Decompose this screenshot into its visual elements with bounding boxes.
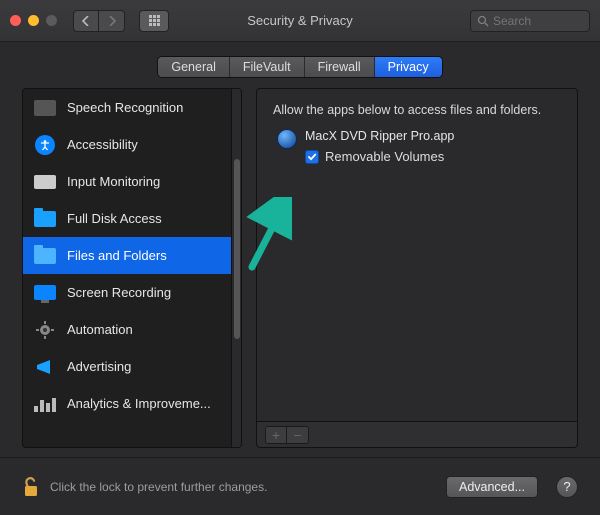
permission-checkbox[interactable]: [305, 150, 319, 164]
sidebar-item-label: Input Monitoring: [67, 174, 160, 189]
privacy-sidebar: Speech Recognition Accessibility Input M…: [22, 88, 242, 448]
lock-icon[interactable]: [22, 476, 40, 498]
sidebar-item-advertising[interactable]: Advertising: [23, 348, 231, 385]
sidebar-item-label: Accessibility: [67, 137, 138, 152]
add-button: +: [265, 426, 287, 444]
add-remove-group: + −: [265, 426, 309, 444]
folder-icon: [33, 246, 57, 266]
gear-icon: [33, 320, 57, 340]
sidebar-item-accessibility[interactable]: Accessibility: [23, 126, 231, 163]
forward-button[interactable]: [99, 10, 125, 32]
bottom-bar: Click the lock to prevent further change…: [0, 457, 600, 515]
tab-bar: General FileVault Firewall Privacy: [0, 56, 600, 78]
tab-filevault[interactable]: FileVault: [230, 57, 305, 77]
close-window-icon[interactable]: [10, 15, 21, 26]
scrollbar-thumb[interactable]: [234, 159, 240, 339]
minimize-window-icon[interactable]: [28, 15, 39, 26]
sidebar-scrollbar[interactable]: [231, 89, 241, 447]
detail-header-text: Allow the apps below to access files and…: [273, 103, 561, 117]
check-icon: [307, 152, 317, 162]
nav-buttons: [73, 10, 125, 32]
app-entry: MacX DVD Ripper Pro.app Removable Volume…: [277, 129, 561, 164]
lock-text: Click the lock to prevent further change…: [50, 480, 267, 494]
app-name: MacX DVD Ripper Pro.app: [305, 129, 454, 143]
tab-firewall[interactable]: Firewall: [305, 57, 375, 77]
search-icon: [477, 15, 489, 27]
sidebar-item-automation[interactable]: Automation: [23, 311, 231, 348]
titlebar: Security & Privacy: [0, 0, 600, 42]
search-input[interactable]: [493, 14, 573, 28]
sidebar-item-input-monitoring[interactable]: Input Monitoring: [23, 163, 231, 200]
zoom-window-icon: [46, 15, 57, 26]
advanced-button[interactable]: Advanced...: [446, 476, 538, 498]
sidebar-item-label: Analytics & Improveme...: [67, 396, 211, 411]
window-controls: [10, 15, 57, 26]
detail-pane: Allow the apps below to access files and…: [256, 88, 578, 448]
barchart-icon: [33, 394, 57, 414]
tab-privacy[interactable]: Privacy: [375, 57, 442, 77]
segmented-control: General FileVault Firewall Privacy: [157, 56, 442, 78]
detail-footer: + −: [257, 421, 577, 447]
remove-button: −: [287, 426, 309, 444]
grid-icon: [149, 15, 160, 26]
megaphone-icon: [33, 357, 57, 377]
detail-content: Allow the apps below to access files and…: [257, 89, 577, 421]
sidebar-item-full-disk-access[interactable]: Full Disk Access: [23, 200, 231, 237]
search-field[interactable]: [470, 10, 590, 32]
help-button[interactable]: ?: [556, 476, 578, 498]
permission-row: Removable Volumes: [305, 149, 454, 164]
sidebar-item-screen-recording[interactable]: Screen Recording: [23, 274, 231, 311]
folder-icon: [33, 209, 57, 229]
sidebar-item-label: Files and Folders: [67, 248, 167, 263]
back-button[interactable]: [73, 10, 99, 32]
sidebar-item-label: Advertising: [67, 359, 131, 374]
sidebar-item-files-and-folders[interactable]: Files and Folders: [23, 237, 231, 274]
app-block: MacX DVD Ripper Pro.app Removable Volume…: [305, 129, 454, 164]
app-icon: [277, 129, 297, 149]
permission-label: Removable Volumes: [325, 149, 444, 164]
display-icon: [33, 283, 57, 303]
sidebar-item-analytics[interactable]: Analytics & Improveme...: [23, 385, 231, 422]
sidebar-item-label: Screen Recording: [67, 285, 171, 300]
keyboard-icon: [33, 172, 57, 192]
sidebar-item-speech-recognition[interactable]: Speech Recognition: [23, 89, 231, 126]
show-all-prefs-button[interactable]: [139, 10, 169, 32]
sidebar-item-label: Full Disk Access: [67, 211, 162, 226]
tab-general[interactable]: General: [158, 57, 229, 77]
sidebar-item-label: Speech Recognition: [67, 100, 183, 115]
sidebar-list: Speech Recognition Accessibility Input M…: [23, 89, 231, 447]
content-area: Speech Recognition Accessibility Input M…: [0, 88, 600, 448]
waveform-icon: [33, 98, 57, 118]
sidebar-item-label: Automation: [67, 322, 133, 337]
accessibility-icon: [33, 135, 57, 155]
